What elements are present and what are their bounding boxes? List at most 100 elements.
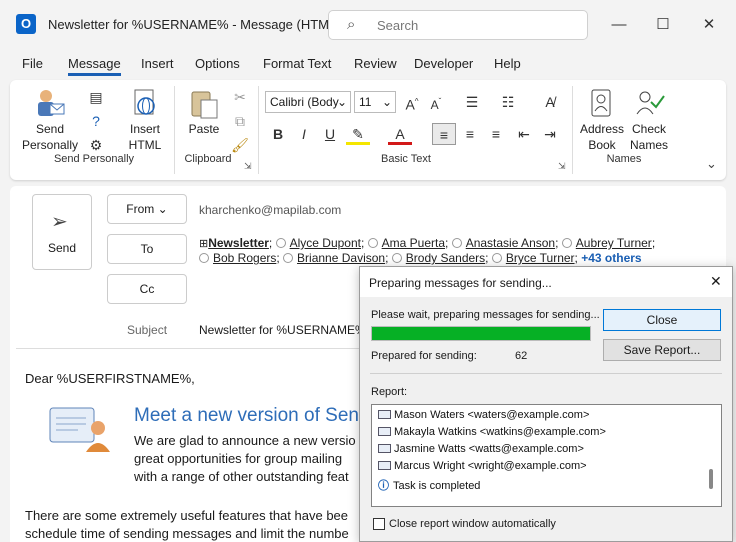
insert-html-button[interactable]: Insert HTML (122, 121, 168, 153)
font-size-select[interactable]: 11 ⌄ (354, 91, 396, 113)
basic-text-launcher-icon[interactable]: ⇲ (558, 161, 566, 172)
more-recipients-link[interactable]: +43 others (581, 251, 641, 265)
send-personally-label-1: Send (35, 122, 65, 136)
expand-group-icon[interactable]: ⊞ (199, 238, 208, 250)
templates-icon[interactable]: ▤ (84, 86, 108, 108)
bold-button[interactable]: B (266, 123, 290, 145)
to-button[interactable]: To (107, 234, 187, 264)
recipient[interactable]: Ama Puerta (382, 236, 445, 250)
align-right-icon[interactable]: ≡ (484, 123, 508, 145)
divider (16, 348, 360, 349)
recipients-line-1[interactable]: ⊞Newsletter; Alyce Dupont; Ama Puerta; A… (199, 236, 655, 250)
from-address: kharchenko@mapilab.com (199, 203, 342, 217)
scrollbar-thumb[interactable] (709, 469, 713, 489)
address-book-label-1: Address (579, 122, 625, 136)
body-greeting[interactable]: Dear %USERFIRSTNAME%, (25, 371, 195, 386)
to-field[interactable] (197, 228, 198, 229)
minimize-button[interactable]: — (604, 10, 634, 40)
menu-bar: File Message Insert Options Format Text … (0, 52, 736, 78)
auto-close-checkbox[interactable] (373, 518, 385, 530)
report-item: Mason Waters <waters@example.com> (378, 409, 589, 421)
recipient-group[interactable]: Newsletter (208, 236, 269, 250)
ribbon-separator (258, 86, 259, 174)
send-label: Send (47, 241, 77, 255)
report-list[interactable]: Mason Waters <waters@example.com> Makayl… (371, 404, 722, 507)
italic-button[interactable]: I (292, 123, 316, 145)
body-line: There are some extremely useful features… (25, 508, 349, 523)
dialog-title: Preparing messages for sending... (369, 276, 552, 290)
mail-icon (378, 427, 391, 436)
close-window-button[interactable]: ✕ (694, 10, 724, 40)
align-center-icon[interactable]: ≡ (458, 123, 482, 145)
dialog-close-icon[interactable]: ✕ (710, 273, 722, 290)
info-icon: ⓘ (378, 480, 389, 492)
report-item: Marcus Wright <wright@example.com> (378, 460, 587, 472)
cc-button[interactable]: Cc (107, 274, 187, 304)
underline-button[interactable]: U (318, 123, 342, 145)
font-color-icon[interactable]: A (388, 123, 412, 145)
report-item: Jasmine Watts <watts@example.com> (378, 443, 584, 455)
send-button[interactable]: ➢ Send (32, 194, 92, 270)
align-left-icon[interactable]: ≡ (432, 123, 456, 145)
send-personally-button[interactable]: Send Personally (20, 121, 80, 153)
subject-field[interactable]: Newsletter for %USERNAME% (199, 323, 366, 337)
ribbon-separator (174, 86, 175, 174)
insert-html-icon (132, 88, 158, 120)
shrink-font-icon[interactable]: Aˇ (424, 91, 448, 113)
search-box[interactable]: ⌕ Search (328, 10, 588, 40)
increase-indent-icon[interactable]: ⇥ (538, 123, 562, 145)
clear-formatting-icon[interactable]: A̸ (538, 91, 562, 113)
numbering-icon[interactable]: ☷ (496, 91, 520, 113)
recipient[interactable]: Alyce Dupont (290, 236, 361, 250)
tab-file[interactable]: File (22, 56, 43, 71)
tab-insert[interactable]: Insert (141, 56, 174, 71)
bullets-icon[interactable]: ☰ (460, 91, 484, 113)
collapse-ribbon-icon[interactable]: ⌄ (706, 156, 717, 172)
font-name-value: Calibri (Body (270, 95, 339, 109)
chevron-down-icon: ⌄ (157, 202, 168, 216)
save-report-button[interactable]: Save Report... (603, 339, 721, 361)
progress-fill (372, 327, 590, 340)
font-name-select[interactable]: Calibri (Body ⌄ (265, 91, 351, 113)
tab-format-text[interactable]: Format Text (263, 56, 331, 71)
report-label: Report: (371, 386, 408, 398)
recipient[interactable]: Bob Rogers (213, 251, 276, 265)
from-button[interactable]: From ⌄ (107, 194, 187, 224)
paste-icon (189, 88, 219, 120)
recipient[interactable]: Brianne Davison (297, 251, 385, 265)
body-paragraph-2[interactable]: There are some extremely useful features… (25, 507, 349, 542)
recipient[interactable]: Anastasie Anson (466, 236, 555, 250)
group-basic-text: Basic Text (381, 153, 431, 165)
paste-button[interactable]: Paste (184, 121, 224, 137)
body-paragraph-1[interactable]: We are glad to announce a new versio gre… (134, 432, 356, 486)
clipboard-launcher-icon[interactable]: ⇲ (244, 161, 252, 172)
body-line: schedule time of sending messages and li… (25, 526, 349, 541)
copy-icon[interactable]: ⧉ (228, 110, 252, 132)
tab-options[interactable]: Options (195, 56, 240, 71)
grow-font-icon[interactable]: A^ (400, 91, 424, 113)
insert-html-label-1: Insert (129, 122, 160, 136)
recipient[interactable]: Brody Sanders (406, 251, 485, 265)
search-icon: ⌕ (347, 16, 356, 33)
tab-developer[interactable]: Developer (414, 56, 473, 71)
recipients-line-2[interactable]: Bob Rogers; Brianne Davison; Brody Sande… (199, 251, 642, 265)
group-send-personally: Send Personally (53, 153, 135, 165)
tab-message[interactable]: Message (68, 56, 121, 76)
dialog-close-button[interactable]: Close (603, 309, 721, 331)
recipient[interactable]: Bryce Turner (506, 251, 575, 265)
highlight-icon[interactable]: ✎ (346, 123, 370, 145)
address-book-button[interactable]: Address Book (578, 121, 626, 153)
tab-review[interactable]: Review (354, 56, 397, 71)
help-icon[interactable]: ? (84, 110, 108, 132)
maximize-button[interactable]: ☐ (648, 10, 678, 40)
decrease-indent-icon[interactable]: ⇤ (512, 123, 536, 145)
report-item: ⓘ Task is completed (378, 480, 481, 492)
tab-help[interactable]: Help (494, 56, 521, 71)
body-heading[interactable]: Meet a new version of Sen (134, 405, 359, 427)
body-line: great opportunities for group mailing (134, 451, 343, 466)
check-names-button[interactable]: Check Names (626, 121, 672, 153)
check-names-label-2: Names (629, 138, 668, 152)
recipient[interactable]: Aubrey Turner (576, 236, 652, 250)
cut-icon[interactable]: ✂ (228, 86, 252, 108)
send-personally-label-2: Personally (21, 138, 79, 152)
